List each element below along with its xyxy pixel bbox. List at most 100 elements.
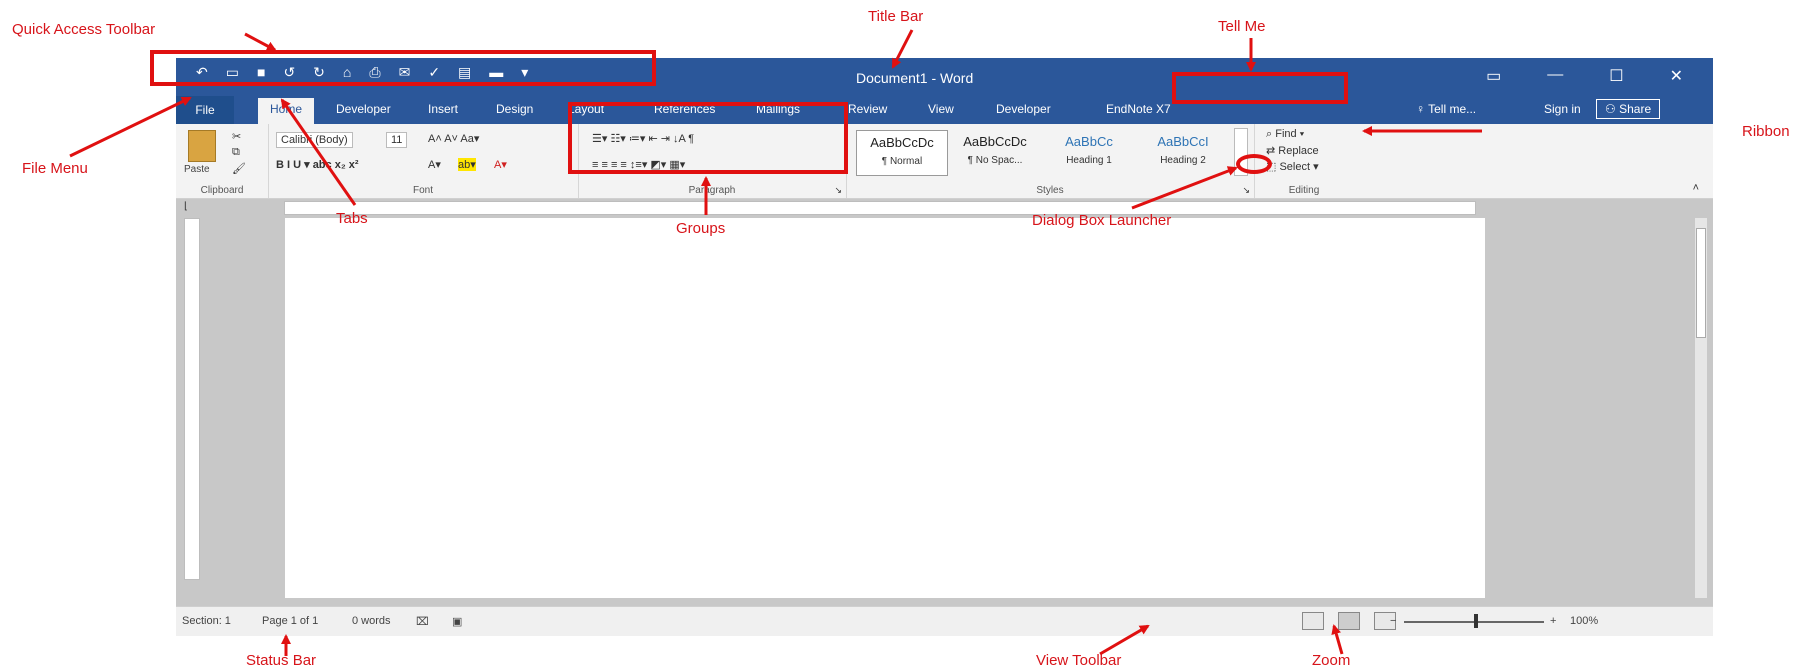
window-controls: ▭ — ☐ ✕ — [1486, 66, 1683, 86]
share-label: Share — [1619, 102, 1652, 116]
find-label: Find — [1275, 128, 1297, 140]
style-heading-2-preview: AaBbCcI — [1157, 134, 1209, 149]
tab-design[interactable]: Design — [496, 102, 533, 116]
tell-me-box[interactable]: ♀ Tell me... — [1416, 102, 1476, 116]
file-menu-arrow — [69, 96, 192, 158]
format-painter-icon[interactable]: 🖌 — [232, 162, 246, 175]
lightbulb-icon: ♀ — [1416, 102, 1429, 116]
font-name-select[interactable]: Calibri (Body) — [276, 132, 353, 148]
label-zoom: Zoom — [1312, 652, 1351, 669]
status-bar: Section: 1 Page 1 of 1 0 words ⌧ ▣ − + 1… — [176, 606, 1713, 636]
ribbon-display-options-icon[interactable]: ▭ — [1486, 66, 1501, 86]
vertical-ruler[interactable] — [184, 218, 200, 580]
select-label: Select — [1279, 161, 1311, 173]
status-page[interactable]: Page 1 of 1 — [262, 615, 318, 627]
style-no-spacing-preview: AaBbCcDc — [963, 134, 1027, 149]
share-person-icon: ⚇ — [1605, 102, 1620, 116]
vertical-scrollbar[interactable] — [1695, 218, 1707, 598]
label-status-bar: Status Bar — [246, 652, 317, 669]
tab-insert[interactable]: Insert — [428, 102, 458, 116]
paste-label[interactable]: Paste — [184, 164, 210, 175]
tab-developer[interactable]: Developer — [336, 102, 391, 116]
font-color-icon[interactable]: A▾ — [494, 158, 507, 171]
font-label: Font — [412, 185, 433, 196]
cut-icon[interactable]: ✂ — [232, 130, 241, 143]
sign-in-link[interactable]: Sign in — [1544, 102, 1581, 116]
highlight-color-icon[interactable]: ab▾ — [458, 158, 476, 171]
horizontal-ruler[interactable] — [284, 201, 1476, 215]
label-dialog-box-launcher: Dialog Box Launcher — [1032, 212, 1172, 229]
close-icon[interactable]: ✕ — [1670, 66, 1683, 86]
qat-arrow — [244, 32, 277, 52]
label-file-menu: File Menu — [22, 160, 88, 177]
copy-icon[interactable]: ⧉ — [232, 146, 240, 159]
grow-shrink-font-icon[interactable]: A˄ A˅ Aa▾ — [428, 132, 479, 145]
style-heading-1-preview: AaBbCc — [1065, 134, 1113, 149]
style-heading-1[interactable]: AaBbCc Heading 1 — [1044, 130, 1134, 174]
label-title-bar: Title Bar — [868, 8, 924, 25]
find-button[interactable]: ⌕ Find ▾ — [1266, 128, 1304, 141]
read-mode-icon[interactable] — [1302, 612, 1324, 630]
group-clipboard: Paste ✂ ⧉ 🖌 Clipboard — [176, 124, 269, 198]
tab-file[interactable]: File — [176, 96, 234, 124]
word-window: ↶ ▭ ■ ↺ ↻ ⌂ ⎙ ✉ ✓ ▤ ▬ ▾ Document1 - Word… — [176, 58, 1713, 636]
paragraph-dialog-launcher-icon[interactable]: ↘ — [834, 185, 842, 196]
macro-record-icon[interactable]: ▣ — [452, 615, 462, 628]
group-styles: AaBbCcDc ¶ Normal AaBbCcDc ¶ No Spac... … — [846, 124, 1255, 198]
styles-label: Styles — [1036, 185, 1064, 196]
tab-view[interactable]: View — [928, 102, 954, 116]
paragraph-label: Paragraph — [688, 185, 736, 196]
replace-button[interactable]: ⇄ Replace — [1266, 144, 1319, 157]
zoom-percent[interactable]: 100% — [1570, 615, 1598, 627]
style-normal[interactable]: AaBbCcDc ¶ Normal — [856, 130, 948, 176]
zoom-slider-knob[interactable] — [1474, 614, 1478, 628]
zoom-out-icon[interactable]: − — [1390, 615, 1396, 627]
clipboard-label: Clipboard — [200, 185, 244, 196]
style-no-spacing[interactable]: AaBbCcDc ¶ No Spac... — [950, 130, 1040, 174]
group-font: Calibri (Body) 11 A˄ A˅ Aa▾ B I U ▾ abc … — [268, 124, 579, 198]
find-icon: ⌕ — [1266, 128, 1276, 140]
text-effects-icon[interactable]: A▾ — [428, 158, 441, 171]
zoom-in-icon[interactable]: + — [1550, 615, 1556, 627]
tell-me-highlight-box — [1172, 72, 1348, 104]
tab-developer-2[interactable]: Developer — [996, 102, 1051, 116]
tell-me-label: Tell me... — [1428, 102, 1477, 116]
replace-icon: ⇄ — [1266, 145, 1279, 157]
status-section[interactable]: Section: 1 — [182, 615, 231, 627]
style-no-spacing-name: ¶ No Spac... — [967, 155, 1023, 166]
groups-highlight-box — [568, 102, 848, 174]
replace-label: Replace — [1278, 145, 1319, 157]
tab-home[interactable]: Home — [258, 98, 315, 124]
font-format-icons[interactable]: B I U ▾ abc x₂ x² — [276, 158, 359, 171]
style-normal-name: ¶ Normal — [881, 156, 923, 167]
label-view-toolbar: View Toolbar — [1036, 652, 1122, 669]
proofing-icon[interactable]: ⌧ — [416, 615, 429, 628]
label-ribbon: Ribbon — [1742, 123, 1790, 140]
style-heading-2[interactable]: AaBbCcI Heading 2 — [1138, 130, 1228, 174]
style-heading-1-name: Heading 1 — [1066, 155, 1112, 166]
share-button[interactable]: ⚇ Share — [1596, 99, 1661, 119]
minimize-icon[interactable]: — — [1547, 66, 1563, 86]
scrollbar-thumb[interactable] — [1696, 228, 1706, 338]
label-tell-me: Tell Me — [1218, 18, 1266, 35]
collapse-ribbon-icon[interactable]: ˄ — [1693, 182, 1699, 194]
select-button[interactable]: ⬚ Select ▾ — [1266, 160, 1319, 173]
paste-icon[interactable] — [188, 130, 216, 162]
maximize-icon[interactable]: ☐ — [1609, 66, 1623, 86]
tab-endnote[interactable]: EndNote X7 — [1106, 102, 1171, 116]
tab-selector-icon[interactable]: ⌊ — [184, 201, 188, 212]
label-tabs: Tabs — [336, 210, 368, 227]
print-layout-icon[interactable] — [1338, 612, 1360, 630]
label-groups: Groups — [676, 220, 726, 237]
font-size-select[interactable]: 11 — [386, 132, 408, 148]
tab-review[interactable]: Review — [848, 102, 887, 116]
qat-highlight-box — [150, 50, 656, 86]
styles-dialog-launcher-icon[interactable]: ↘ — [1242, 185, 1250, 196]
status-words[interactable]: 0 words — [352, 615, 391, 627]
document-title: Document1 - Word — [856, 70, 974, 86]
style-normal-preview: AaBbCcDc — [870, 135, 934, 150]
label-quick-access-toolbar: Quick Access Toolbar — [12, 21, 156, 38]
document-page[interactable] — [284, 218, 1486, 598]
ribbon-tabs: File Home Developer Insert Design Layout… — [176, 96, 1713, 124]
editing-label: Editing — [1288, 185, 1320, 196]
